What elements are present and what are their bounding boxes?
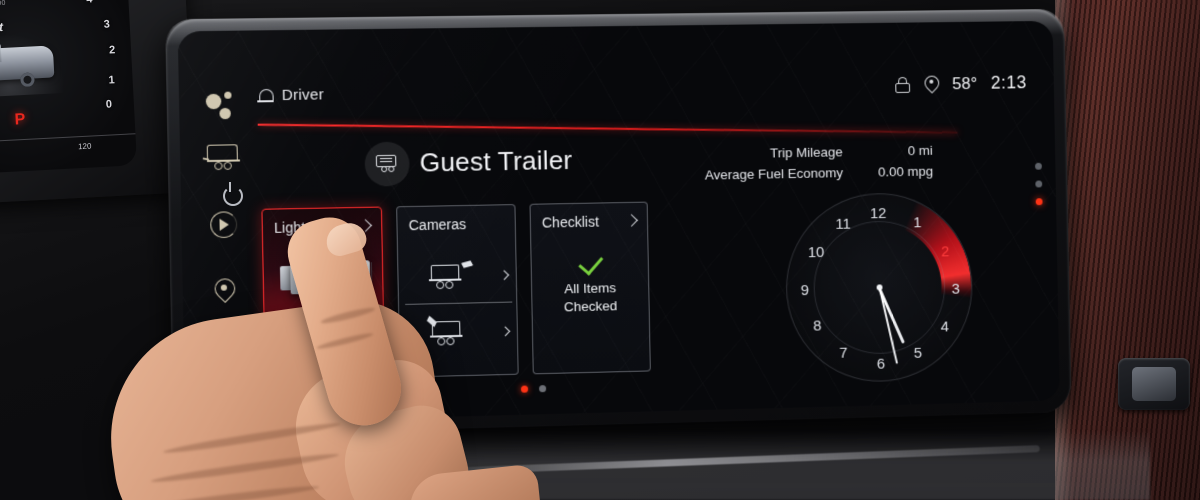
status-bar: 58° 2:13 (894, 72, 1027, 95)
chevron-right-icon[interactable] (625, 214, 638, 227)
clock-readout: 2:13 (990, 72, 1027, 93)
user-hand (95, 209, 580, 500)
instrument-cluster: 6 5 4 3 2 1 0 RPM x1000 Sport P 19 120 (0, 0, 138, 175)
rail-dot-3[interactable] (1035, 198, 1043, 206)
cluster-tick-0: 0 (105, 98, 113, 111)
clock-numeral-5: 5 (913, 344, 923, 362)
trip-info: Trip Mileage 0 mi Average Fuel Economy 0… (536, 141, 934, 190)
fuel-economy-label: Average Fuel Economy (704, 165, 844, 183)
trip-mileage-value: 0 mi (907, 142, 933, 159)
sidebar-item-trailer[interactable] (202, 144, 243, 175)
location-pin-icon[interactable] (925, 75, 939, 93)
clock-numeral-1: 1 (913, 214, 922, 232)
analog-clock-widget[interactable]: 12 1 2 3 4 5 6 7 8 9 10 11 (784, 191, 975, 384)
clock-numeral-11: 11 (835, 215, 851, 233)
cluster-tick-2: 2 (108, 44, 116, 57)
pickup-truck-illustration (0, 30, 66, 99)
trailer-badge-icon[interactable] (364, 141, 410, 187)
clock-numeral-7: 7 (839, 344, 848, 362)
clock-numeral-6: 6 (876, 355, 886, 373)
profile-label[interactable]: Driver (282, 86, 324, 104)
cluster-tick-4: 4 (86, 0, 93, 6)
rail-dot-1[interactable] (1035, 162, 1042, 170)
rail-indicator[interactable] (1035, 162, 1043, 206)
cluster-gear-indicator: P (14, 110, 26, 129)
cluster-rpm-label: RPM x1000 (0, 0, 6, 9)
power-icon (222, 182, 243, 206)
wifi-hotspot-icon[interactable] (894, 76, 911, 94)
infotainment-screenshot: 6 5 4 3 2 1 0 RPM x1000 Sport P 19 120 (0, 0, 1200, 500)
clock-numeral-4: 4 (940, 318, 950, 336)
clock-numeral-8: 8 (813, 317, 822, 335)
clock-numeral-3: 3 (951, 280, 961, 298)
accent-sweep-line (257, 123, 958, 134)
clock-numeral-10: 10 (807, 243, 825, 262)
temperature-readout: 58° (951, 73, 978, 93)
cluster-tick-1: 1 (108, 74, 116, 87)
clock-numeral-12: 12 (869, 205, 887, 223)
trim-panel-button[interactable] (1118, 358, 1190, 410)
green-check-icon (578, 249, 604, 276)
rail-dot-2[interactable] (1035, 180, 1043, 188)
cluster-right-value: 120 (77, 141, 92, 152)
clock-numeral-2: 2 (941, 243, 950, 261)
cluster-tick-3: 3 (103, 18, 111, 31)
fuel-economy-value: 0.00 mpg (877, 163, 934, 180)
bell-icon[interactable] (257, 89, 274, 106)
app-dots-icon[interactable] (205, 89, 242, 122)
clock-numeral-9: 9 (800, 282, 810, 300)
wood-trim-panel (1055, 0, 1200, 500)
trip-mileage-label: Trip Mileage (769, 144, 843, 161)
